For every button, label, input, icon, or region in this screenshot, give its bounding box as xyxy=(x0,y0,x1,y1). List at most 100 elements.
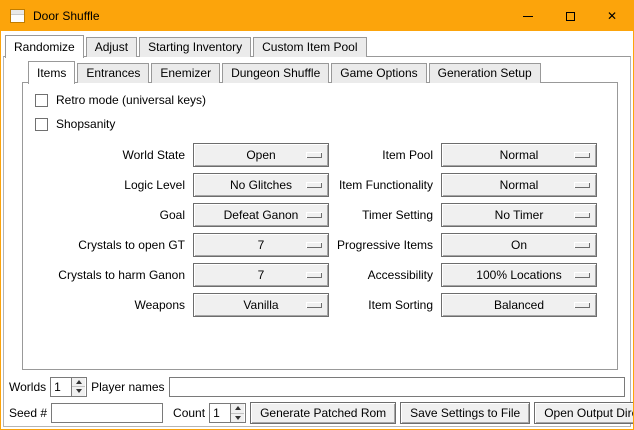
tab-starting-inventory[interactable]: Starting Inventory xyxy=(139,37,251,57)
item-sorting-dropdown[interactable]: Balanced xyxy=(441,293,597,317)
caption-buttons: ✕ xyxy=(507,1,633,31)
goal-dropdown[interactable]: Defeat Ganon xyxy=(193,203,329,227)
dropdown-indicator-icon xyxy=(574,152,590,158)
world-state-label: World State xyxy=(35,143,185,167)
count-input[interactable] xyxy=(210,404,230,422)
tab-game-options[interactable]: Game Options xyxy=(331,63,426,83)
shopsanity-checkbox[interactable]: Shopsanity xyxy=(35,113,609,135)
dropdown-indicator-icon xyxy=(574,182,590,188)
worlds-row: Worlds Player names xyxy=(9,376,625,397)
tab-dungeon-shuffle[interactable]: Dungeon Shuffle xyxy=(222,63,329,83)
weapons-label: Weapons xyxy=(35,293,185,317)
seed-label: Seed # xyxy=(9,406,47,420)
dropdown-value: Open xyxy=(246,148,275,162)
crystals-harm-ganon-label: Crystals to harm Ganon xyxy=(35,263,185,287)
item-pool-dropdown[interactable]: Normal xyxy=(441,143,597,167)
dropdown-value: Defeat Ganon xyxy=(224,208,299,222)
retro-mode-label: Retro mode (universal keys) xyxy=(56,93,206,107)
close-button[interactable]: ✕ xyxy=(591,1,633,31)
dropdown-indicator-icon xyxy=(306,272,322,278)
arrow-up-icon xyxy=(76,380,82,384)
shopsanity-label: Shopsanity xyxy=(56,117,115,131)
dropdown-value: 7 xyxy=(258,268,265,282)
dropdown-indicator-icon xyxy=(306,212,322,218)
crystals-harm-ganon-dropdown[interactable]: 7 xyxy=(193,263,329,287)
weapons-dropdown[interactable]: Vanilla xyxy=(193,293,329,317)
accessibility-dropdown[interactable]: 100% Locations xyxy=(441,263,597,287)
item-pool-label: Item Pool xyxy=(337,143,433,167)
item-sorting-label: Item Sorting xyxy=(337,293,433,317)
outer-tab-bar: Randomize Adjust Starting Inventory Cust… xyxy=(1,33,633,57)
accessibility-label: Accessibility xyxy=(337,263,433,287)
checkbox-icon[interactable] xyxy=(35,94,48,107)
spin-buttons xyxy=(230,404,244,422)
maximize-button[interactable] xyxy=(549,1,591,31)
count-label: Count xyxy=(173,406,205,420)
spin-buttons xyxy=(71,378,85,396)
inner-notebook: Items Entrances Enemizer Dungeon Shuffle… xyxy=(22,59,618,370)
dropdown-value: No Glitches xyxy=(230,178,292,192)
window-title: Door Shuffle xyxy=(33,9,100,23)
progressive-items-dropdown[interactable]: On xyxy=(441,233,597,257)
dropdown-indicator-icon xyxy=(574,302,590,308)
logic-level-label: Logic Level xyxy=(35,173,185,197)
titlebar[interactable]: Door Shuffle ✕ xyxy=(1,1,633,31)
close-icon: ✕ xyxy=(607,10,617,22)
item-functionality-dropdown[interactable]: Normal xyxy=(441,173,597,197)
dropdown-indicator-icon xyxy=(306,302,322,308)
checkbox-icon[interactable] xyxy=(35,118,48,131)
tab-items[interactable]: Items xyxy=(28,61,75,84)
dropdown-value: Balanced xyxy=(494,298,544,312)
retro-mode-checkbox[interactable]: Retro mode (universal keys) xyxy=(35,89,609,111)
logic-level-dropdown[interactable]: No Glitches xyxy=(193,173,329,197)
settings-grid: World State Open Item Pool Normal Logic … xyxy=(35,143,609,317)
tab-generation-setup[interactable]: Generation Setup xyxy=(429,63,541,83)
tab-randomize[interactable]: Randomize xyxy=(5,35,84,58)
worlds-spinbox[interactable] xyxy=(50,377,87,397)
dropdown-indicator-icon xyxy=(574,212,590,218)
items-tab-pane: Retro mode (universal keys) Shopsanity W… xyxy=(22,82,618,370)
minimize-icon xyxy=(523,16,533,17)
dropdown-value: 7 xyxy=(258,238,265,252)
world-state-dropdown[interactable]: Open xyxy=(193,143,329,167)
arrow-down-icon xyxy=(235,416,241,420)
tab-adjust[interactable]: Adjust xyxy=(86,37,137,57)
count-spin-down-button[interactable] xyxy=(231,413,244,423)
worlds-spin-up-button[interactable] xyxy=(72,378,85,387)
dropdown-indicator-icon xyxy=(574,272,590,278)
timer-setting-label: Timer Setting xyxy=(337,203,433,227)
save-settings-button[interactable]: Save Settings to File xyxy=(400,402,530,424)
generate-patched-rom-button[interactable]: Generate Patched Rom xyxy=(250,402,396,424)
player-names-input[interactable] xyxy=(169,377,626,397)
tab-custom-item-pool[interactable]: Custom Item Pool xyxy=(253,37,366,57)
app-icon xyxy=(10,9,25,23)
worlds-spin-down-button[interactable] xyxy=(72,386,85,396)
worlds-input[interactable] xyxy=(51,378,71,396)
goal-label: Goal xyxy=(35,203,185,227)
seed-input[interactable] xyxy=(51,403,163,423)
dropdown-indicator-icon xyxy=(306,152,322,158)
maximize-icon xyxy=(566,12,575,21)
dropdown-indicator-icon xyxy=(306,182,322,188)
tab-enemizer[interactable]: Enemizer xyxy=(151,63,220,83)
item-functionality-label: Item Functionality xyxy=(337,173,433,197)
dropdown-value: Vanilla xyxy=(243,298,278,312)
arrow-up-icon xyxy=(235,406,241,410)
minimize-button[interactable] xyxy=(507,1,549,31)
crystals-open-gt-dropdown[interactable]: 7 xyxy=(193,233,329,257)
crystals-open-gt-label: Crystals to open GT xyxy=(35,233,185,257)
dropdown-value: Normal xyxy=(500,148,539,162)
worlds-label: Worlds xyxy=(9,380,46,394)
timer-setting-dropdown[interactable]: No Timer xyxy=(441,203,597,227)
dropdown-indicator-icon xyxy=(574,242,590,248)
app-window: Door Shuffle ✕ Randomize Adjust Starting… xyxy=(0,0,634,430)
dropdown-indicator-icon xyxy=(306,242,322,248)
open-output-directory-button[interactable]: Open Output Directory xyxy=(534,402,634,424)
randomize-tab-pane: Items Entrances Enemizer Dungeon Shuffle… xyxy=(3,56,631,427)
tab-entrances[interactable]: Entrances xyxy=(77,63,149,83)
count-spin-up-button[interactable] xyxy=(231,404,244,413)
dropdown-value: Normal xyxy=(500,178,539,192)
count-spinbox[interactable] xyxy=(209,403,246,423)
player-names-label: Player names xyxy=(91,380,164,394)
dropdown-value: On xyxy=(511,238,527,252)
